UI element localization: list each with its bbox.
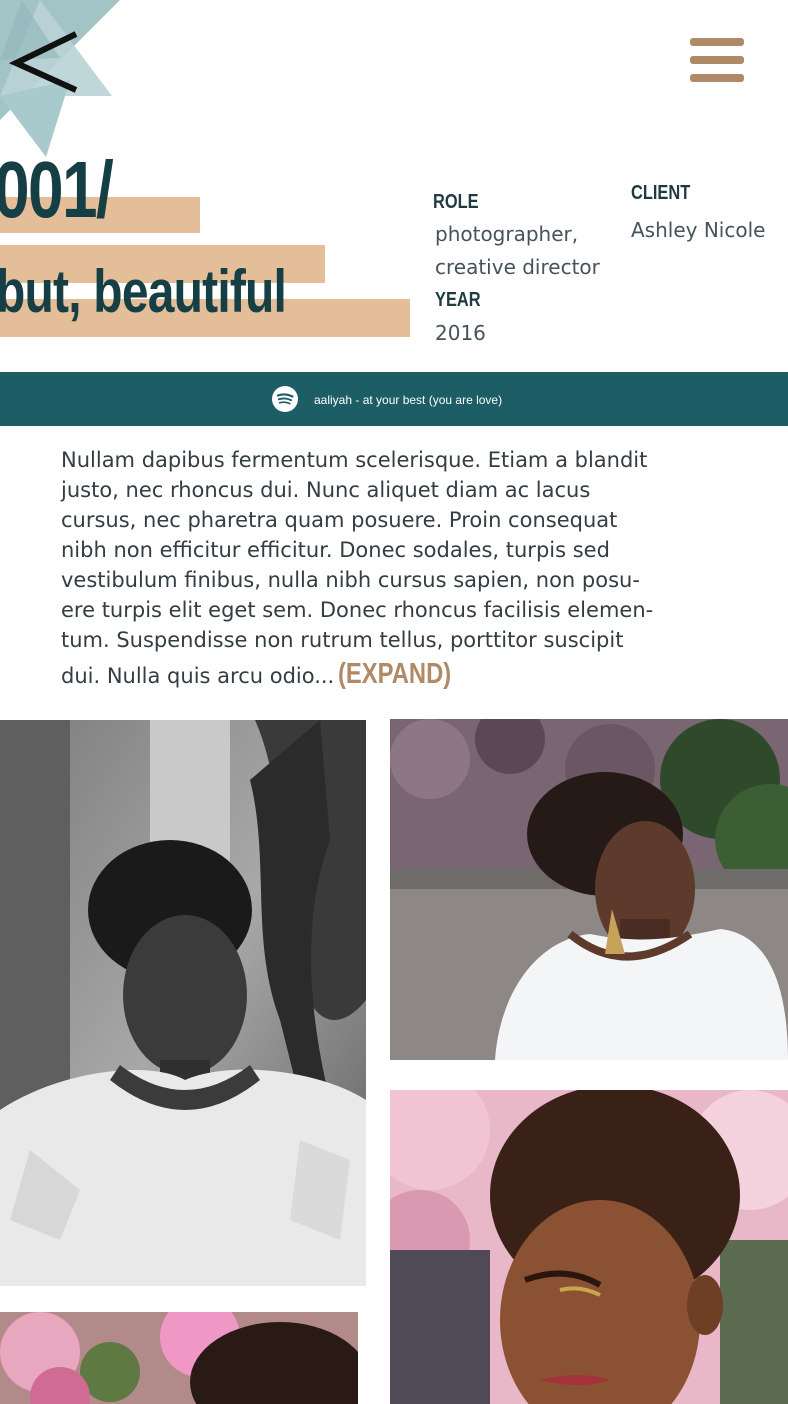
year-label: YEAR bbox=[435, 289, 481, 311]
gallery-photo-looking-up[interactable] bbox=[390, 719, 788, 1060]
year-value: 2016 bbox=[435, 321, 486, 345]
role-line: creative director bbox=[435, 255, 600, 279]
description-line: justo, nec rhoncus dui. Nunc aliquet dia… bbox=[61, 478, 591, 502]
photo-image bbox=[390, 719, 788, 1060]
description-line: ere turpis elit eget sem. Donec rhoncus … bbox=[61, 598, 654, 622]
description-line: Nullam dapibus fermentum scelerisque. Et… bbox=[61, 448, 648, 472]
now-playing-track[interactable]: aaliyah - at your best (you are love) bbox=[314, 392, 502, 408]
expand-link[interactable]: (EXPAND) bbox=[338, 659, 451, 689]
back-button[interactable] bbox=[6, 26, 86, 102]
description-line: vestibulum finibus, nulla nibh cursus sa… bbox=[61, 568, 640, 592]
chevron-left-icon bbox=[8, 31, 78, 93]
gallery-photo-blossom-crop[interactable] bbox=[0, 1312, 358, 1404]
photo-image bbox=[390, 1090, 788, 1404]
role-value: photographer, creative director bbox=[435, 218, 600, 284]
description-line: cursus, nec pharetra quam posuere. Proin… bbox=[61, 508, 618, 532]
description-last-line: dui. Nulla quis arcu odio... (EXPAND) bbox=[61, 659, 731, 691]
now-playing-bar: aaliyah - at your best (you are love) bbox=[0, 372, 788, 426]
menu-button[interactable] bbox=[688, 36, 746, 86]
project-description: Nullam dapibus fermentum scelerisque. Et… bbox=[61, 445, 731, 691]
description-line: dui. Nulla quis arcu odio... bbox=[61, 664, 335, 688]
project-number: 001/ bbox=[0, 145, 114, 234]
client-value: Ashley Nicole bbox=[631, 218, 766, 242]
role-label: ROLE bbox=[433, 191, 479, 213]
spotify-icon[interactable] bbox=[272, 386, 298, 412]
description-line: nibh non efficitur efficitur. Donec soda… bbox=[61, 538, 610, 562]
role-line: photographer, bbox=[435, 222, 579, 246]
gallery-photo-bw-portrait[interactable] bbox=[0, 720, 366, 1286]
description-line: tum. Suspendisse non rutrum tellus, port… bbox=[61, 628, 624, 652]
client-label: CLIENT bbox=[631, 182, 691, 204]
photo-image bbox=[0, 1312, 358, 1404]
photo-image bbox=[0, 720, 366, 1286]
gallery-photo-blossom-closeup[interactable] bbox=[390, 1090, 788, 1404]
project-title: but, beautiful bbox=[0, 258, 287, 325]
